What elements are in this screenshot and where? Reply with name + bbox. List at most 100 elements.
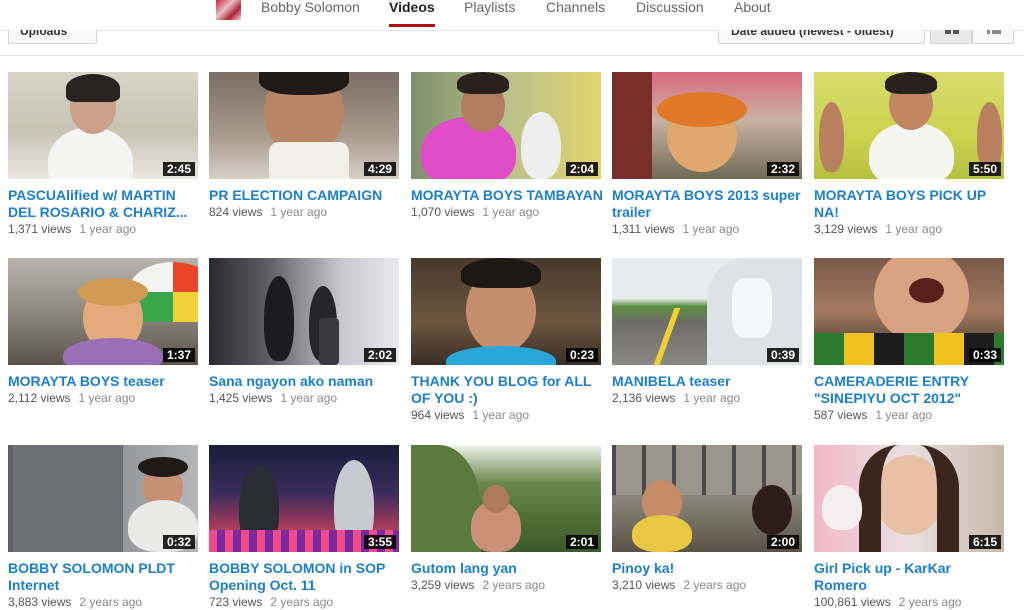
video-card[interactable]: 2:04 MORAYTA BOYS TAMBAYAN 1,070 views 1 … — [411, 72, 603, 220]
video-duration: 2:32 — [766, 162, 799, 176]
video-card[interactable]: 0:23 THANK YOU BLOG for ALL OF YOU :) 96… — [411, 258, 603, 423]
video-duration: 4:29 — [363, 162, 396, 176]
video-duration: 5:50 — [968, 162, 1001, 176]
video-title-link[interactable]: MORAYTA BOYS TAMBAYAN — [411, 187, 603, 204]
video-title-link[interactable]: Pinoy ka! — [612, 560, 804, 577]
video-meta: 2,112 views 1 year ago — [8, 390, 200, 406]
video-meta: 723 views 2 years ago — [209, 594, 401, 610]
video-title-link[interactable]: THANK YOU BLOG for ALL OF YOU :) — [411, 373, 603, 407]
view-count: 100,861 views — [814, 595, 891, 609]
video-thumbnail[interactable]: 6:15 — [814, 445, 1004, 552]
video-card[interactable]: 0:39 MANIBELA teaser 2,136 views 1 year a… — [612, 258, 804, 406]
video-duration: 2:00 — [766, 535, 799, 549]
upload-age: 2 years ago — [898, 595, 962, 609]
upload-age: 2 years ago — [482, 578, 546, 592]
video-thumbnail[interactable]: 0:23 — [411, 258, 601, 365]
video-duration: 2:02 — [363, 348, 396, 362]
upload-age: 1 year ago — [280, 391, 338, 405]
video-thumbnail[interactable]: 4:29 — [209, 72, 399, 179]
video-meta: 824 views 1 year ago — [209, 204, 401, 220]
video-thumbnail[interactable]: 2:04 — [411, 72, 601, 179]
video-thumbnail[interactable]: 1:37 — [8, 258, 198, 365]
video-meta: 1,070 views 1 year ago — [411, 204, 603, 220]
video-meta: 2,136 views 1 year ago — [612, 390, 804, 406]
video-meta: 3,883 views 2 years ago — [8, 594, 200, 610]
video-duration: 1:37 — [162, 348, 195, 362]
video-title-link[interactable]: Gutom lang yan — [411, 560, 603, 577]
video-duration: 0:33 — [968, 348, 1001, 362]
video-card[interactable]: 2:32 MORAYTA BOYS 2013 super trailer 1,3… — [612, 72, 804, 237]
video-card[interactable]: 5:50 MORAYTA BOYS PICK UP NA! 3,129 view… — [814, 72, 1006, 237]
video-thumbnail[interactable]: 0:32 — [8, 445, 198, 552]
video-thumbnail[interactable]: 5:50 — [814, 72, 1004, 179]
view-count: 964 views — [411, 408, 465, 422]
upload-age: 1 year ago — [885, 222, 943, 236]
video-thumbnail[interactable]: 2:02 — [209, 258, 399, 365]
upload-age: 2 years ago — [683, 578, 747, 592]
video-card[interactable]: 3:55 BOBBY SOLOMON in SOP Opening Oct. 1… — [209, 445, 401, 610]
video-title-link[interactable]: MORAYTA BOYS teaser — [8, 373, 200, 390]
upload-age: 1 year ago — [79, 222, 137, 236]
upload-age: 1 year ago — [875, 408, 933, 422]
video-thumbnail[interactable]: 3:55 — [209, 445, 399, 552]
upload-age: 1 year ago — [682, 222, 740, 236]
video-duration: 6:15 — [968, 535, 1001, 549]
video-meta: 587 views 1 year ago — [814, 407, 1006, 423]
view-count: 1,371 views — [8, 222, 72, 236]
video-thumbnail[interactable]: 2:32 — [612, 72, 802, 179]
view-count: 1,070 views — [411, 205, 475, 219]
video-meta: 1,425 views 1 year ago — [209, 390, 401, 406]
view-count: 1,425 views — [209, 391, 273, 405]
view-count: 2,136 views — [612, 391, 676, 405]
video-duration: 0:39 — [766, 348, 799, 362]
video-card[interactable]: 1:37 MORAYTA BOYS teaser 2,112 views 1 ye… — [8, 258, 200, 406]
video-thumbnail[interactable]: 2:00 — [612, 445, 802, 552]
video-meta: 1,311 views 1 year ago — [612, 221, 804, 237]
video-thumbnail[interactable]: 2:45 — [8, 72, 198, 179]
video-duration: 2:45 — [162, 162, 195, 176]
video-card[interactable]: 0:33 CAMERADERIE ENTRY "SINEPIYU OCT 201… — [814, 258, 1006, 423]
view-count: 2,112 views — [8, 391, 71, 405]
video-card[interactable]: 2:01 Gutom lang yan 3,259 views 2 years a… — [411, 445, 603, 593]
view-count: 723 views — [209, 595, 263, 609]
video-thumbnail[interactable]: 0:33 — [814, 258, 1004, 365]
video-card[interactable]: 2:02 Sana ngayon ako naman 1,425 views 1 … — [209, 258, 401, 406]
video-thumbnail[interactable]: 0:39 — [612, 258, 802, 365]
video-title-link[interactable]: BOBBY SOLOMON in SOP Opening Oct. 11 — [209, 560, 401, 594]
video-title-link[interactable]: Sana ngayon ako naman — [209, 373, 401, 390]
video-title-link[interactable]: MORAYTA BOYS 2013 super trailer — [612, 187, 804, 221]
video-title-link[interactable]: MORAYTA BOYS PICK UP NA! — [814, 187, 1006, 221]
video-grid: 2:45 PASCUAlified w/ MARTIN DEL ROSARIO … — [0, 0, 1024, 610]
video-card[interactable]: 2:00 Pinoy ka! 3,210 views 2 years ago — [612, 445, 804, 593]
view-count: 1,311 views — [612, 222, 675, 236]
upload-age: 1 year ago — [270, 205, 328, 219]
video-duration: 0:32 — [162, 535, 195, 549]
video-title-link[interactable]: PASCUAlified w/ MARTIN DEL ROSARIO & CHA… — [8, 187, 200, 221]
video-card[interactable]: 4:29 PR ELECTION CAMPAIGN 824 views 1 yea… — [209, 72, 401, 220]
video-title-link[interactable]: MANIBELA teaser — [612, 373, 804, 390]
view-count: 824 views — [209, 205, 263, 219]
video-title-link[interactable]: PR ELECTION CAMPAIGN — [209, 187, 401, 204]
video-duration: 0:23 — [565, 348, 598, 362]
upload-age: 1 year ago — [683, 391, 741, 405]
video-duration: 3:55 — [363, 535, 396, 549]
upload-age: 1 year ago — [482, 205, 540, 219]
upload-age: 2 years ago — [79, 595, 143, 609]
video-meta: 1,371 views 1 year ago — [8, 221, 200, 237]
video-card[interactable]: 6:15 Girl Pick up - KarKar Romero 100,86… — [814, 445, 1006, 610]
video-title-link[interactable]: BOBBY SOLOMON PLDT Internet — [8, 560, 200, 594]
view-count: 3,210 views — [612, 578, 676, 592]
video-card[interactable]: 0:32 BOBBY SOLOMON PLDT Internet 3,883 v… — [8, 445, 200, 610]
video-title-link[interactable]: Girl Pick up - KarKar Romero — [814, 560, 1006, 594]
view-count: 3,259 views — [411, 578, 475, 592]
video-thumbnail[interactable]: 2:01 — [411, 445, 601, 552]
video-card[interactable]: 2:45 PASCUAlified w/ MARTIN DEL ROSARIO … — [8, 72, 200, 237]
view-count: 3,129 views — [814, 222, 878, 236]
video-meta: 100,861 views 2 years ago — [814, 594, 1006, 610]
upload-age: 1 year ago — [472, 408, 530, 422]
video-duration: 2:01 — [565, 535, 598, 549]
video-meta: 3,259 views 2 years ago — [411, 577, 603, 593]
video-title-link[interactable]: CAMERADERIE ENTRY "SINEPIYU OCT 2012" — [814, 373, 1006, 407]
upload-age: 2 years ago — [270, 595, 334, 609]
view-count: 587 views — [814, 408, 868, 422]
